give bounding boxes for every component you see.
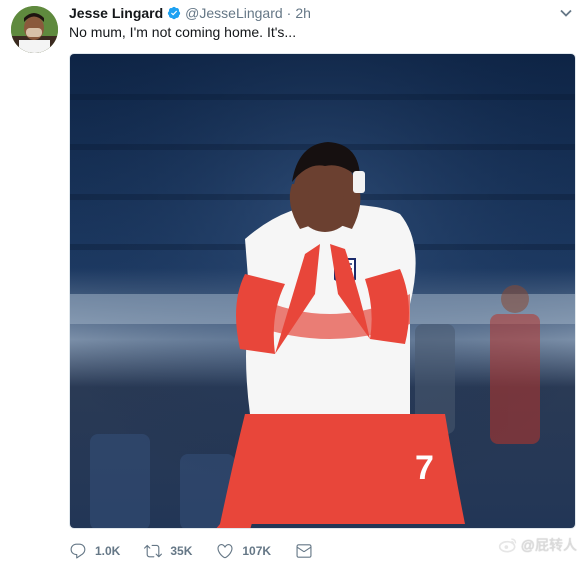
author-handle[interactable]: @JesseLingard [185,5,283,21]
like-button[interactable]: 107K [216,542,271,560]
retweet-button[interactable]: 35K [144,542,192,560]
tweet-photo[interactable]: 7 [69,53,576,529]
like-count: 107K [242,544,272,558]
reply-icon [70,543,86,559]
watermark: @屁转人 [498,535,577,555]
profile-photo-icon [11,6,58,53]
tweet-timestamp[interactable]: 2h [295,5,311,21]
tweet-card[interactable]: Jesse Lingard @JesseLingard · 2h No mum,… [0,0,583,561]
direct-message-button[interactable] [295,542,313,560]
tweet-text: No mum, I'm not coming home. It's... [69,24,297,40]
tweet-actions: 1.0K 35K 107K [69,541,337,561]
retweet-icon [144,544,163,558]
watermark-text: @屁转人 [520,537,577,553]
footballer-photo: 7 [70,54,575,528]
author-name[interactable]: Jesse Lingard [69,5,163,21]
weibo-icon [498,538,517,553]
tweet-header: Jesse Lingard @JesseLingard · 2h [69,4,311,22]
message-icon [296,544,312,558]
retweet-count: 35K [170,544,193,558]
avatar[interactable] [11,6,58,53]
header-separator: · [286,5,292,21]
reply-count: 1.0K [95,544,121,558]
chevron-down-icon[interactable] [559,6,573,20]
shirt-number: 7 [415,449,434,487]
like-icon [217,544,233,559]
reply-button[interactable]: 1.0K [69,542,120,560]
verified-badge-icon [168,6,181,20]
